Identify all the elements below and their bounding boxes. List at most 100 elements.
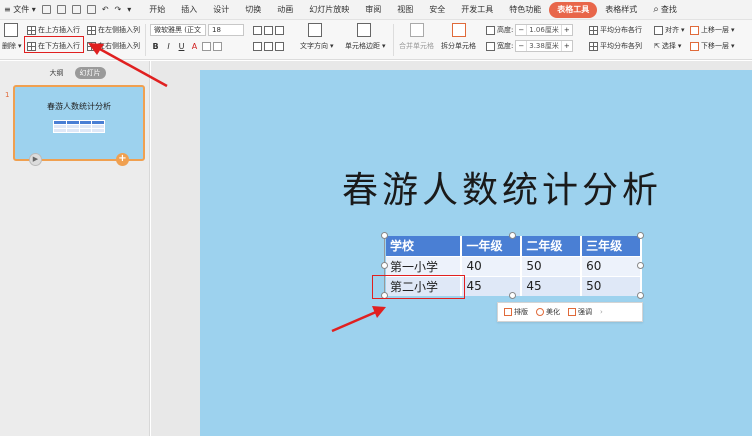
bold-button[interactable]: B: [150, 42, 161, 51]
height-decrease-button[interactable]: −: [516, 26, 526, 34]
redo-icon[interactable]: ↷: [115, 5, 122, 14]
font-name-select[interactable]: 微软雅黑 (正文: [150, 24, 206, 36]
text-direction-icon-wrap[interactable]: [308, 23, 322, 37]
underline-button[interactable]: U: [176, 42, 187, 51]
align-bottom-icon[interactable]: [275, 41, 284, 51]
tab-start[interactable]: 开始: [141, 2, 173, 18]
font-format-group: B I U A: [150, 39, 222, 53]
ribbon-tabs: 开始 插入 设计 切换 动画 幻灯片放映 审阅 视图 安全 开发工具 特色功能 …: [141, 1, 685, 18]
beautify-button[interactable]: 美化: [536, 307, 560, 317]
merge-icon-wrap[interactable]: [410, 23, 424, 37]
list-icon[interactable]: [202, 41, 211, 51]
merge-cells-button[interactable]: 合并单元格: [399, 39, 434, 53]
distribute-cols-button[interactable]: 平均分布各列: [589, 39, 642, 53]
align-right-icon[interactable]: [275, 25, 284, 35]
thumbnail-table: [53, 120, 105, 133]
tab-slideshow[interactable]: 幻灯片放映: [301, 2, 357, 18]
tab-features[interactable]: 特色功能: [501, 2, 549, 18]
table-header-cell[interactable]: 一年级: [461, 236, 523, 256]
play-icon[interactable]: ▶: [29, 153, 42, 166]
tab-insert[interactable]: 插入: [173, 2, 205, 18]
insert-col-left-button[interactable]: 在左侧插入列: [87, 23, 140, 37]
file-menu[interactable]: ≡ 文件 ▾: [4, 4, 36, 15]
undo-icon[interactable]: ↶: [102, 5, 109, 14]
quick-access-dropdown-icon[interactable]: ▾: [127, 5, 131, 14]
more-chevron-icon[interactable]: ›: [600, 308, 603, 316]
font-color-button[interactable]: A: [189, 42, 200, 51]
height-value[interactable]: 1.06厘米: [526, 25, 562, 35]
cell-margin-icon-wrap[interactable]: [357, 23, 371, 37]
slide-thumbnail[interactable]: 春游人数统计分析 ▶ +: [13, 85, 145, 166]
table-cell[interactable]: 45: [521, 275, 583, 296]
bring-forward-button[interactable]: 上移一层 ▾: [690, 23, 735, 37]
paste-icon[interactable]: [56, 5, 66, 14]
align-center-icon[interactable]: [264, 25, 273, 35]
table-cell[interactable]: 40: [461, 255, 523, 276]
insert-row-above-button[interactable]: 在上方插入行: [27, 23, 80, 37]
resize-handle[interactable]: [509, 232, 516, 239]
chevron-down-icon: ▾: [731, 42, 735, 50]
tab-table-style[interactable]: 表格样式: [597, 2, 645, 18]
slide[interactable]: 春游人数统计分析 学校 一年级 二年级 三年级 第一小学 40 50 60 第二…: [200, 70, 752, 436]
width-increase-button[interactable]: +: [562, 42, 572, 50]
resize-handle[interactable]: [509, 292, 516, 299]
table-header-cell[interactable]: 学校: [386, 236, 463, 256]
tab-search[interactable]: 查找: [645, 2, 685, 18]
tab-table-tools[interactable]: 表格工具: [549, 1, 598, 18]
resize-handle[interactable]: [381, 262, 388, 269]
print-icon[interactable]: [71, 5, 81, 14]
table-cell[interactable]: 50: [581, 275, 642, 296]
save-icon[interactable]: [41, 5, 51, 14]
delete-button[interactable]: 删除 ▾: [2, 39, 22, 53]
distribute-rows-button[interactable]: 平均分布各行: [589, 23, 642, 37]
split-cells-button[interactable]: 拆分单元格: [441, 39, 476, 53]
resize-handle[interactable]: [637, 232, 644, 239]
text-direction-button[interactable]: 文字方向 ▾: [300, 39, 334, 53]
layout-button[interactable]: 排版: [504, 307, 528, 317]
table-cell[interactable]: 第一小学: [386, 255, 463, 276]
highlight-box: [24, 36, 84, 53]
align-top-icon[interactable]: [253, 41, 262, 51]
tab-transition[interactable]: 切换: [237, 2, 269, 18]
tab-review[interactable]: 审阅: [357, 2, 389, 18]
italic-button[interactable]: I: [163, 42, 174, 51]
tab-view[interactable]: 视图: [389, 2, 421, 18]
insert-col-right-button[interactable]: 在右侧插入列: [87, 39, 140, 53]
font-size-select[interactable]: 18: [208, 24, 244, 36]
table-cell[interactable]: 60: [581, 255, 642, 276]
align-left-icon[interactable]: [253, 25, 262, 35]
tab-slides[interactable]: 幻灯片: [74, 67, 106, 79]
preview-icon[interactable]: [86, 5, 96, 14]
add-slide-icon[interactable]: +: [116, 153, 129, 166]
ribbon: 删除 ▾ 在上方插入行 在下方插入行 在左侧插入列 在右侧插入列 微软雅黑 (正文…: [0, 20, 752, 60]
resize-handle[interactable]: [637, 262, 644, 269]
width-decrease-button[interactable]: −: [516, 42, 526, 50]
table-icon-group[interactable]: [4, 23, 18, 37]
tab-design[interactable]: 设计: [205, 2, 237, 18]
table-cell[interactable]: 50: [521, 255, 583, 276]
table-header-cell[interactable]: 三年级: [581, 236, 642, 256]
numbered-list-icon[interactable]: [213, 41, 222, 51]
send-backward-button[interactable]: 下移一层 ▾: [690, 39, 735, 53]
align-middle-icon[interactable]: [264, 41, 273, 51]
resize-handle[interactable]: [637, 292, 644, 299]
select-button[interactable]: ⇱ 选择 ▾: [654, 39, 681, 53]
emphasis-button[interactable]: 强调: [568, 307, 592, 317]
resize-handle[interactable]: [381, 232, 388, 239]
bring-forward-label: 上移一层: [701, 26, 729, 34]
tab-outline[interactable]: 大纲: [45, 67, 69, 79]
height-stepper[interactable]: − 1.06厘米 +: [515, 24, 573, 36]
slide-title[interactable]: 春游人数统计分析: [200, 161, 752, 213]
tab-security[interactable]: 安全: [421, 2, 453, 18]
split-icon-wrap[interactable]: [452, 23, 466, 37]
align-objects-button[interactable]: 对齐 ▾: [654, 23, 685, 37]
distribute-rows-label: 平均分布各行: [600, 26, 642, 34]
height-increase-button[interactable]: +: [562, 26, 572, 34]
chevron-down-icon: ▾: [677, 42, 682, 50]
width-stepper[interactable]: − 3.38厘米 +: [515, 40, 573, 52]
tab-developer[interactable]: 开发工具: [453, 2, 501, 18]
cell-margin-button[interactable]: 单元格边距 ▾: [345, 39, 386, 53]
width-value[interactable]: 3.38厘米: [526, 41, 562, 51]
table-header-cell[interactable]: 二年级: [521, 236, 583, 256]
tab-animation[interactable]: 动画: [269, 2, 301, 18]
